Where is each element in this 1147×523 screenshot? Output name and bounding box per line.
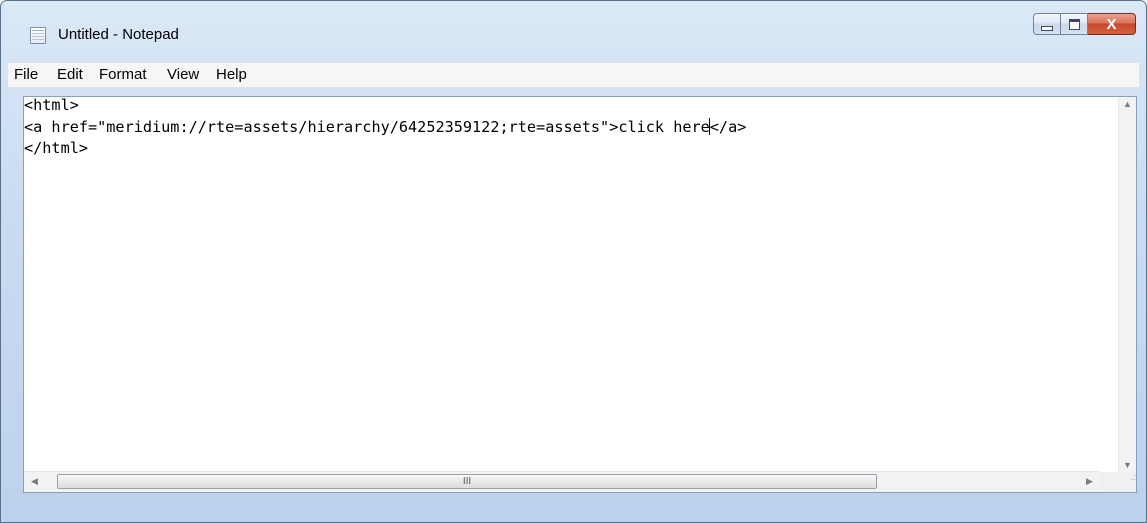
menu-view[interactable]: View	[167, 66, 199, 83]
window-title: Untitled - Notepad	[58, 26, 179, 43]
editor-line-2-start: <a href="meridium://rte=assets/hierarchy…	[24, 117, 710, 136]
text-editor[interactable]: <html> <a href="meridium://rte=assets/hi…	[23, 96, 1137, 493]
maximize-button[interactable]	[1061, 13, 1088, 35]
close-icon: X	[1106, 15, 1117, 33]
maximize-icon	[1068, 18, 1080, 30]
scroll-down-arrow-icon[interactable]: ▼	[1119, 460, 1136, 470]
menu-help[interactable]: Help	[216, 66, 247, 83]
menu-edit[interactable]: Edit	[57, 66, 83, 83]
scroll-left-arrow-icon[interactable]: ◀	[26, 476, 43, 487]
minimize-icon	[1041, 25, 1053, 31]
minimize-button[interactable]	[1033, 13, 1061, 35]
horizontal-scrollbar[interactable]: ◀ III ▶	[24, 471, 1100, 492]
scroll-right-arrow-icon[interactable]: ▶	[1081, 476, 1098, 487]
notepad-icon[interactable]	[30, 27, 46, 44]
thumb-grip-icon: III	[462, 476, 472, 487]
menu-bar: File Edit Format View Help	[8, 63, 1139, 88]
window-controls: X	[1033, 13, 1136, 36]
menu-file[interactable]: File	[14, 66, 38, 83]
close-button[interactable]: X	[1088, 13, 1136, 35]
menu-format[interactable]: Format	[99, 66, 147, 83]
editor-line-3: </html>	[24, 139, 89, 157]
scroll-up-arrow-icon[interactable]: ▲	[1119, 99, 1136, 109]
size-grip-icon[interactable]: .:	[1100, 472, 1136, 492]
notepad-window: Untitled - Notepad X File Edit Format Vi…	[0, 0, 1147, 523]
vertical-scrollbar[interactable]: ▲ ▼	[1118, 97, 1136, 472]
horizontal-scroll-thumb[interactable]: III	[57, 474, 877, 489]
title-bar[interactable]: Untitled - Notepad X	[1, 1, 1146, 61]
editor-content[interactable]: <html> <a href="meridium://rte=assets/hi…	[24, 95, 746, 160]
editor-line-1: <html>	[24, 96, 79, 114]
editor-line-2-end: </a>	[709, 117, 747, 136]
